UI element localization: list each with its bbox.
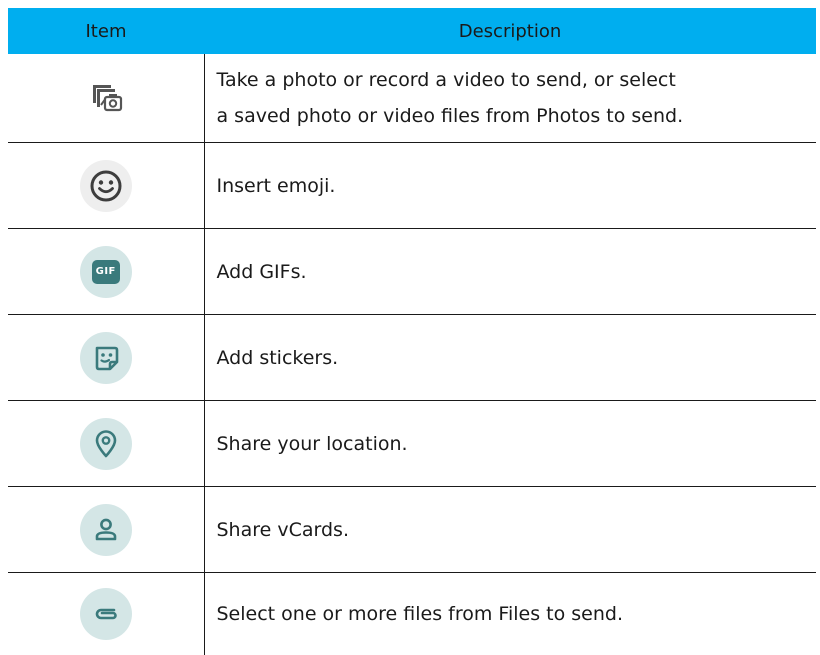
paperclip-icon: [80, 588, 132, 640]
description-cell: Add GIFs.: [204, 229, 816, 315]
description-cell: Share your location.: [204, 401, 816, 487]
table-row: Take a photo or record a video to send, …: [8, 54, 816, 143]
header-item: Item: [8, 8, 204, 54]
table-row: Share your location.: [8, 401, 816, 487]
description-cell: Insert emoji.: [204, 143, 816, 229]
gif-icon: GIF: [80, 246, 132, 298]
icon-cell: [8, 401, 204, 487]
photo-camera-icon: [89, 79, 123, 117]
icon-cell: [8, 315, 204, 401]
feature-table: Item Description Take a photo o: [8, 8, 816, 655]
icon-cell: GIF: [8, 229, 204, 315]
header-description: Description: [204, 8, 816, 54]
table-row: Add stickers.: [8, 315, 816, 401]
description-cell: Select one or more files from Files to s…: [204, 573, 816, 655]
icon-cell: [8, 54, 204, 143]
table-row: GIF Add GIFs.: [8, 229, 816, 315]
table-row: Insert emoji.: [8, 143, 816, 229]
sticker-icon: [80, 332, 132, 384]
emoji-icon: [80, 160, 132, 212]
gif-badge-label: GIF: [92, 260, 120, 284]
description-cell: Add stickers.: [204, 315, 816, 401]
table-row: Share vCards.: [8, 487, 816, 573]
icon-cell: [8, 487, 204, 573]
description-cell: Take a photo or record a video to send, …: [204, 54, 816, 143]
table-header-row: Item Description: [8, 8, 816, 54]
description-cell: Share vCards.: [204, 487, 816, 573]
icon-cell: [8, 143, 204, 229]
contact-card-icon: [80, 504, 132, 556]
table-row: Select one or more files from Files to s…: [8, 573, 816, 655]
icon-cell: [8, 573, 204, 655]
description-line: a saved photo or video files from Photos…: [217, 98, 807, 134]
location-pin-icon: [80, 418, 132, 470]
description-line: Take a photo or record a video to send, …: [217, 62, 807, 98]
